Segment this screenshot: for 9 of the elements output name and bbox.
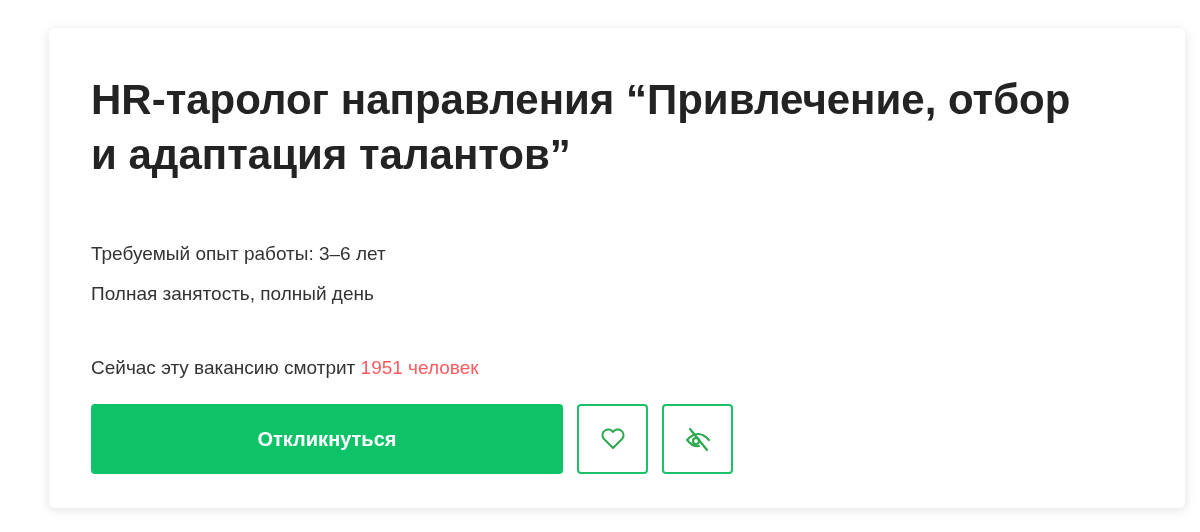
favorite-button[interactable] [577,404,648,474]
heart-icon [599,428,626,450]
experience-text: Требуемый опыт работы: 3–6 лет [91,242,387,266]
apply-button[interactable]: Откликнуться [91,404,563,474]
hide-button[interactable] [662,404,733,474]
vacancy-title: HR-таролог направления “Привлечение, отбор и адаптация талантов” [91,75,1072,180]
employment-text: Полная занятость, полный день [91,282,375,306]
hidden-eye-icon [683,425,712,453]
viewers-text: Сейчас эту вакансию смотрит 1951 человек [91,356,480,380]
